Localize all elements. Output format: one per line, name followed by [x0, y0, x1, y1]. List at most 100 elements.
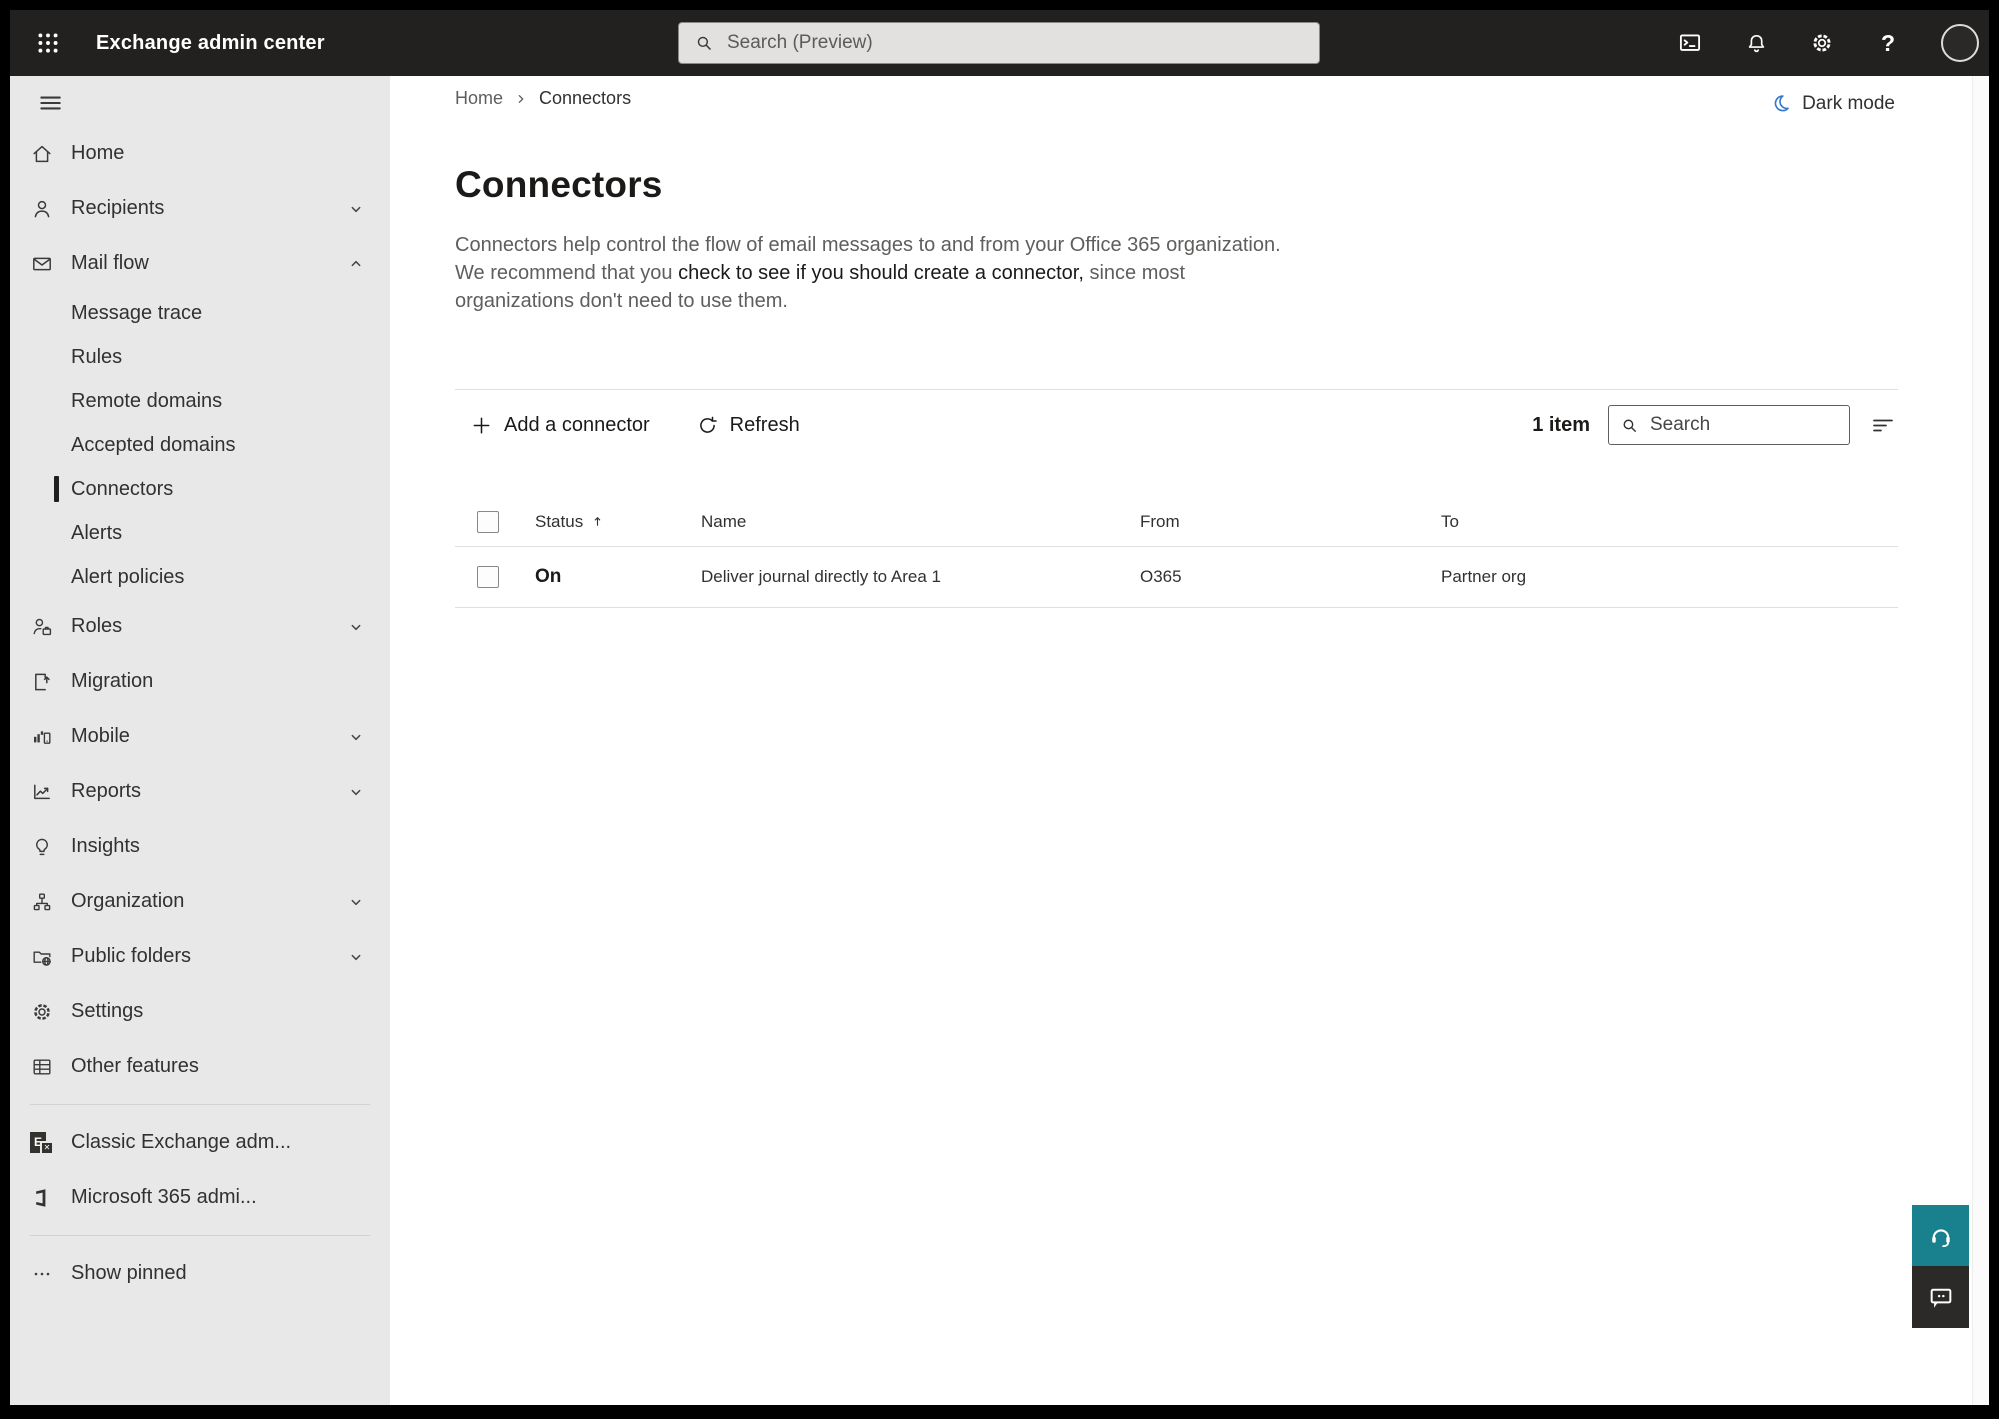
sidebar-item-connectors[interactable]: Connectors	[10, 467, 390, 511]
migration-icon	[30, 670, 54, 694]
table-row[interactable]: On Deliver journal directly to Area 1 O3…	[455, 547, 1898, 608]
sidebar-item-recipients[interactable]: Recipients	[10, 181, 390, 236]
global-search-input[interactable]	[727, 32, 1305, 54]
support-button[interactable]	[1912, 1205, 1969, 1266]
cell-status: On	[535, 566, 562, 587]
sidebar-item-mobile[interactable]: Mobile	[10, 709, 390, 764]
exchange-logo-icon: E ✕	[30, 1131, 54, 1155]
moon-icon	[1769, 92, 1792, 115]
sidebar-item-remote-domains[interactable]: Remote domains	[10, 379, 390, 423]
assist-buttons	[1912, 1205, 1969, 1328]
sidebar-item-classic-exchange-admin[interactable]: E ✕ Classic Exchange adm...	[10, 1115, 390, 1170]
sidebar-item-message-trace[interactable]: Message trace	[10, 291, 390, 335]
list-controls: 1 item	[1532, 405, 1898, 445]
chevron-down-icon	[344, 725, 368, 749]
cell-from: O365	[1140, 567, 1182, 586]
roles-icon	[30, 615, 54, 639]
list-search-input[interactable]	[1650, 414, 1839, 436]
sidebar-item-label: Roles	[71, 615, 123, 637]
sidebar-item-label: Message trace	[71, 301, 203, 324]
sidebar-item-roles[interactable]: Roles	[10, 599, 390, 654]
mobile-icon	[30, 725, 54, 749]
sidebar-item-label: Accepted domains	[71, 433, 236, 456]
mail-icon	[30, 252, 54, 276]
connectors-table: Status Name From To On Deliver journal d…	[455, 497, 1898, 608]
filter-icon	[1873, 419, 1893, 432]
waffle-icon	[35, 30, 61, 56]
app-launcher-button[interactable]	[24, 19, 72, 67]
folder-globe-icon	[30, 945, 54, 969]
sidebar-item-label: Reports	[71, 780, 142, 802]
sidebar-item-alert-policies[interactable]: Alert policies	[10, 555, 390, 599]
sidebar-item-label: Classic Exchange adm...	[71, 1131, 292, 1153]
hamburger-icon	[40, 96, 61, 110]
select-all-checkbox[interactable]	[477, 510, 499, 533]
refresh-icon	[696, 414, 719, 437]
sidebar-item-label: Other features	[71, 1055, 199, 1077]
sidebar-item-accepted-domains[interactable]: Accepted domains	[10, 423, 390, 467]
chevron-down-icon	[344, 780, 368, 804]
toolbar-divider	[455, 389, 1898, 390]
app-title: Exchange admin center	[96, 31, 325, 54]
sidebar-item-show-pinned[interactable]: Show pinned	[10, 1246, 390, 1301]
microsoft-365-logo-icon	[30, 1186, 54, 1210]
sidebar-item-public-folders[interactable]: Public folders	[10, 929, 390, 984]
sidebar-item-microsoft-365-admin[interactable]: Microsoft 365 admi...	[10, 1170, 390, 1225]
sidebar-item-label: Recipients	[71, 197, 165, 219]
feedback-icon	[1930, 1288, 1951, 1308]
chevron-down-icon	[344, 197, 368, 221]
sidebar-item-label: Organization	[71, 890, 185, 912]
refresh-button[interactable]: Refresh	[696, 414, 800, 437]
sidebar-item-migration[interactable]: Migration	[10, 654, 390, 709]
row-checkbox[interactable]	[477, 566, 499, 588]
notifications-button[interactable]	[1743, 30, 1769, 56]
sidebar-item-organization[interactable]: Organization	[10, 874, 390, 929]
sidebar-item-settings[interactable]: Settings	[10, 984, 390, 1039]
help-button[interactable]: ?	[1875, 30, 1901, 56]
column-header-to[interactable]: To	[1441, 512, 1898, 532]
sidebar-item-label: Rules	[71, 345, 123, 368]
feedback-button[interactable]	[1912, 1266, 1969, 1328]
column-header-status[interactable]: Status	[535, 512, 583, 532]
page-description: Connectors help control the flow of emai…	[455, 234, 1281, 312]
sidebar-item-insights[interactable]: Insights	[10, 819, 390, 874]
filter-button[interactable]	[1868, 410, 1898, 440]
reports-icon	[30, 780, 54, 804]
sidebar-item-label: Insights	[71, 835, 140, 857]
column-header-name[interactable]: Name	[701, 512, 1140, 532]
sidebar-item-label: Connectors	[71, 477, 174, 500]
sidebar-item-other-features[interactable]: Other features	[10, 1039, 390, 1094]
add-connector-button[interactable]: Add a connector	[470, 414, 650, 437]
breadcrumb-home-link[interactable]: Home	[455, 88, 503, 109]
sidebar-item-label: Mail flow	[71, 252, 149, 274]
org-chart-icon	[30, 890, 54, 914]
collapse-nav-button[interactable]	[28, 86, 72, 120]
app-body: Home Recipients Mail flow Message trace …	[10, 76, 1989, 1405]
sidebar-item-label: Home	[71, 142, 125, 164]
dark-mode-toggle[interactable]: Dark mode	[1769, 92, 1895, 115]
question-mark-icon: ?	[1880, 29, 1896, 56]
cell-name[interactable]: Deliver journal directly to Area 1	[701, 567, 1140, 587]
bell-icon	[1748, 34, 1764, 52]
sidebar-item-reports[interactable]: Reports	[10, 764, 390, 819]
top-bar: Exchange admin center Search (Preview) ?	[10, 10, 1989, 76]
global-search[interactable]	[678, 22, 1320, 64]
list-search[interactable]	[1608, 405, 1850, 445]
ellipsis-icon	[30, 1262, 54, 1286]
breadcrumb-current: Connectors	[539, 88, 632, 108]
sidebar-divider	[30, 1104, 370, 1105]
settings-button[interactable]	[1809, 30, 1835, 56]
column-header-from[interactable]: From	[1140, 512, 1441, 532]
sidebar-item-rules[interactable]: Rules	[10, 335, 390, 379]
sort-ascending-icon	[590, 514, 605, 529]
sidebar-item-label: Alerts	[71, 521, 123, 544]
sidebar-item-home[interactable]: Home	[10, 126, 390, 181]
app-window: Exchange admin center Search (Preview) ?…	[10, 10, 1989, 1405]
sidebar-item-alerts[interactable]: Alerts	[10, 511, 390, 555]
sidebar-item-label: Alert policies	[71, 565, 185, 588]
sidebar-item-mail-flow[interactable]: Mail flow	[10, 236, 390, 291]
sidebar-item-label: Migration	[71, 670, 154, 692]
account-avatar[interactable]	[1941, 24, 1979, 62]
scrollbar-track[interactable]	[1972, 76, 1989, 1405]
powershell-terminal-button[interactable]	[1677, 30, 1703, 56]
